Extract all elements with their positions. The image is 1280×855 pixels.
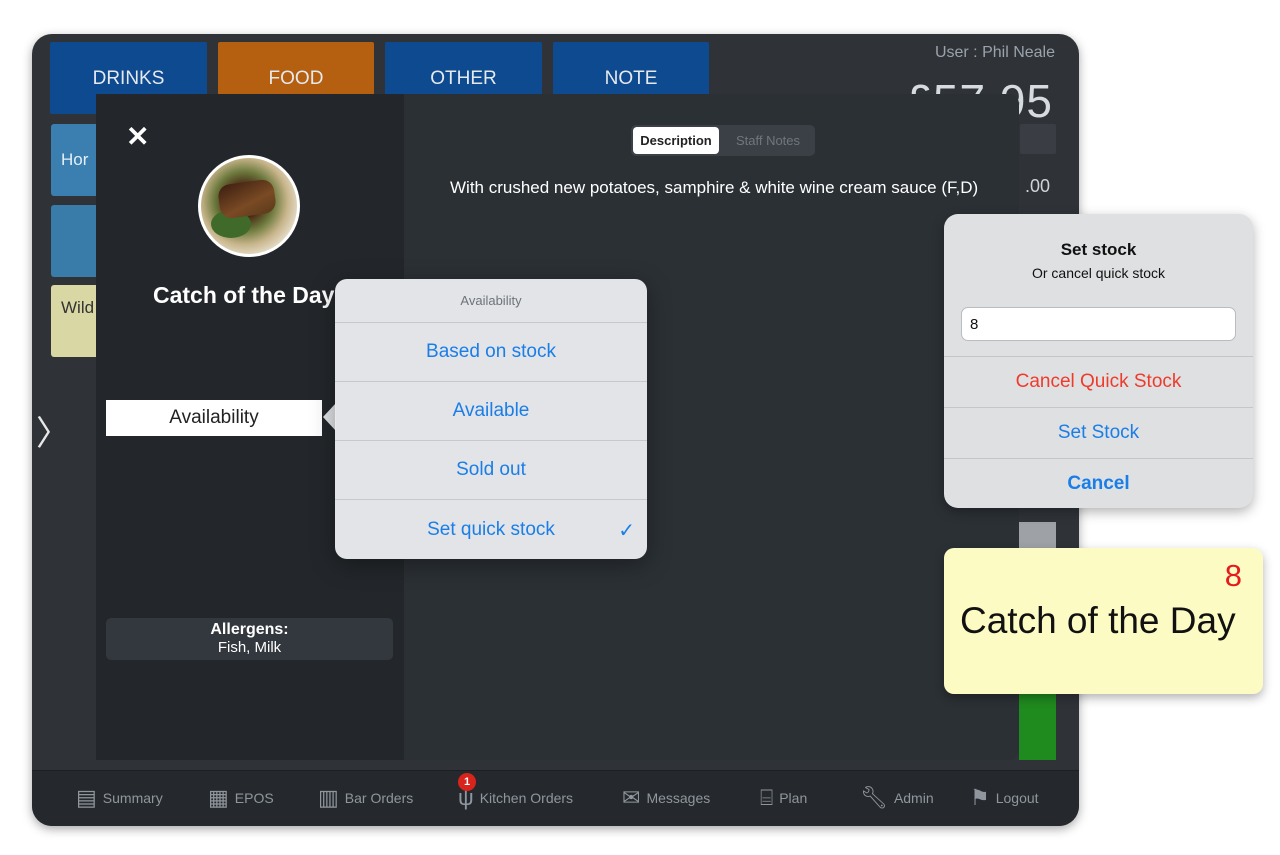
popover-title: Availability	[335, 279, 647, 323]
close-icon[interactable]: ✕	[126, 120, 149, 153]
right-panel-row	[1020, 124, 1056, 154]
envelope-icon: ✉	[622, 785, 641, 810]
toolbar-messages-label: Messages	[646, 790, 711, 806]
toolbar-summary[interactable]: ▤ Summary	[76, 783, 163, 813]
stock-count-badge: 8	[1224, 558, 1242, 593]
running-person-icon: ⚑	[970, 785, 990, 810]
option-set-quick-stock[interactable]: Set quick stock ✓	[335, 500, 647, 559]
dish-description: With crushed new potatoes, samphire & wh…	[450, 178, 979, 197]
tab-food-label: FOOD	[268, 68, 324, 89]
allergens-box: Allergens: Fish, Milk	[106, 618, 393, 660]
right-panel-amount: .00	[1025, 176, 1051, 196]
allergens-heading: Allergens:	[210, 621, 289, 638]
option-based-on-stock-label: Based on stock	[426, 341, 556, 362]
toolbar-epos-label: EPOS	[234, 790, 274, 806]
toolbar-admin-label: Admin	[893, 790, 934, 806]
stock-quantity-input[interactable]	[961, 307, 1236, 341]
toolbar-logout[interactable]: ⚑ Logout	[970, 783, 1039, 813]
wrench-icon: 🔧︎	[860, 785, 888, 810]
toolbar-bar-orders[interactable]: ▥ Bar Orders	[318, 783, 413, 813]
toolbar-kitchen-orders-label: Kitchen Orders	[479, 790, 574, 806]
pint-glass-icon: ▥	[318, 785, 339, 810]
user-label: User : Phil Neale	[934, 44, 1055, 61]
dialog-title: Set stock	[1060, 240, 1137, 259]
kitchen-orders-badge: 1	[458, 773, 476, 791]
notepad-icon: ▤	[76, 785, 97, 810]
menu-item-tile[interactable]: 8 Catch of the Day	[944, 548, 1263, 694]
option-available[interactable]: Available	[335, 382, 647, 441]
chevron-right-icon[interactable]: 〉	[36, 406, 70, 455]
option-based-on-stock[interactable]: Based on stock	[335, 323, 647, 382]
description-segmented-control: Description Staff Notes	[631, 125, 815, 156]
toolbar-summary-label: Summary	[102, 790, 163, 806]
toolbar-plan[interactable]: ⌸ Plan	[760, 783, 807, 813]
tab-drinks-label: DRINKS	[92, 68, 165, 89]
option-sold-out-label: Sold out	[456, 459, 526, 480]
floor-plan-icon: ⌸	[760, 785, 774, 810]
dish-photo-fish	[216, 178, 278, 220]
availability-popover: Availability Based on stock Available So…	[335, 279, 647, 559]
allergens-value: Fish, Milk	[217, 639, 282, 656]
option-set-quick-stock-label: Set quick stock	[427, 518, 555, 540]
option-available-label: Available	[452, 400, 530, 421]
toolbar-messages[interactable]: ✉ Messages	[622, 783, 710, 813]
cancel-quick-stock-button[interactable]: Cancel Quick Stock	[944, 356, 1253, 406]
toolbar-epos[interactable]: ▦ EPOS	[208, 783, 274, 813]
menu-item-tile-label: Catch of the Day	[960, 600, 1236, 641]
dish-photo	[198, 155, 300, 257]
toolbar-logout-label: Logout	[995, 790, 1039, 806]
menu-item-wild-label: Wild	[61, 298, 95, 317]
set-stock-dialog: Set stock Or cancel quick stock Cancel Q…	[944, 214, 1253, 508]
calculator-icon: ▦	[208, 785, 229, 810]
bottom-toolbar: ▤ Summary ▦ EPOS ▥ Bar Orders 1 ψ Kitchen Or…	[32, 770, 1079, 826]
toolbar-bar-orders-label: Bar Orders	[344, 790, 414, 806]
tab-other-label: OTHER	[430, 68, 497, 89]
option-sold-out[interactable]: Sold out	[335, 441, 647, 500]
right-panel-pay-button[interactable]	[1019, 688, 1056, 760]
dialog-subtitle: Or cancel quick stock	[1031, 265, 1166, 281]
toolbar-admin[interactable]: 🔧︎ Admin	[860, 783, 934, 813]
checkmark-icon: ✓	[618, 520, 635, 542]
segment-staff-notes[interactable]: Staff Notes	[723, 127, 813, 154]
tab-note-label: NOTE	[604, 68, 658, 89]
availability-button[interactable]: Availability	[106, 400, 322, 436]
segment-description[interactable]: Description	[633, 127, 719, 154]
dish-title: Catch of the Day	[153, 282, 335, 308]
set-stock-button[interactable]: Set Stock	[944, 407, 1253, 457]
toolbar-plan-label: Plan	[779, 790, 808, 806]
menu-item-hor-label: Hor	[61, 150, 89, 169]
cancel-button[interactable]: Cancel	[944, 458, 1253, 508]
toolbar-kitchen-orders[interactable]: 1 ψ Kitchen Orders	[458, 773, 574, 813]
